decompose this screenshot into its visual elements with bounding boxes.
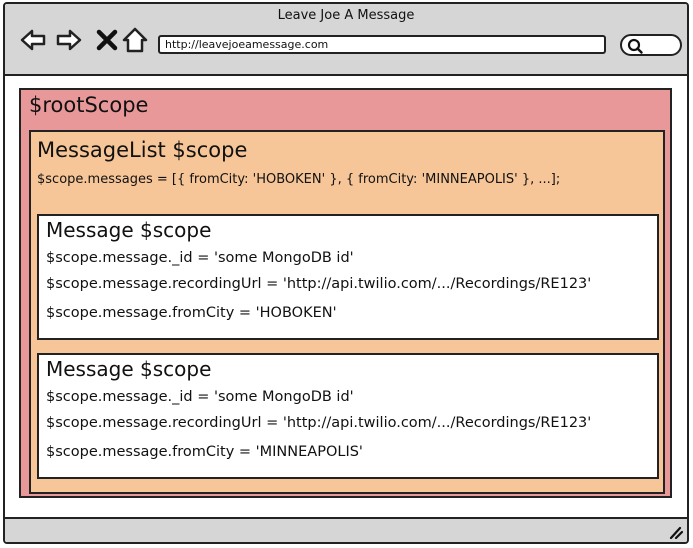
message-list-scope-box: MessageList $scope $scope.messages = [{ … <box>29 130 665 494</box>
message-from-city-line: $scope.message.fromCity = 'MINNEAPOLIS' <box>46 444 363 460</box>
page-content: $rootScope MessageList $scope $scope.mes… <box>5 76 687 519</box>
message-id-line: $scope.message._id = 'some MongoDB id' <box>46 250 354 266</box>
resize-grip-icon[interactable] <box>667 525 683 539</box>
message-from-city-line: $scope.message.fromCity = 'HOBOKEN' <box>46 305 337 321</box>
message-scope-title: Message $scope <box>46 218 212 242</box>
message-scope-box: Message $scope $scope.message._id = 'som… <box>37 353 659 479</box>
messages-array-code: $scope.messages = [{ fromCity: 'HOBOKEN'… <box>37 172 561 187</box>
window-title: Leave Joe A Message <box>277 8 415 23</box>
forward-icon[interactable] <box>55 26 83 54</box>
root-scope-box: $rootScope MessageList $scope $scope.mes… <box>19 88 672 498</box>
message-list-scope-title: MessageList $scope <box>37 138 248 162</box>
message-recording-url-line: $scope.message.recordingUrl = 'http://ap… <box>46 415 592 431</box>
message-scope-box: Message $scope $scope.message._id = 'som… <box>37 214 659 340</box>
message-id-line: $scope.message._id = 'some MongoDB id' <box>46 389 354 405</box>
search-icon <box>627 38 643 54</box>
root-scope-title: $rootScope <box>29 93 149 117</box>
status-bar <box>5 517 687 542</box>
search-field[interactable] <box>620 34 682 56</box>
address-bar[interactable]: http://leavejoeamessage.com <box>158 35 606 54</box>
home-icon[interactable] <box>121 26 149 54</box>
message-recording-url-line: $scope.message.recordingUrl = 'http://ap… <box>46 276 592 292</box>
close-icon[interactable] <box>93 26 121 54</box>
back-icon[interactable] <box>19 26 47 54</box>
message-scope-title: Message $scope <box>46 357 212 381</box>
browser-titlebar: Leave Joe A Message http://leavejoeamess… <box>5 4 687 76</box>
browser-window: Leave Joe A Message http://leavejoeamess… <box>3 2 689 544</box>
